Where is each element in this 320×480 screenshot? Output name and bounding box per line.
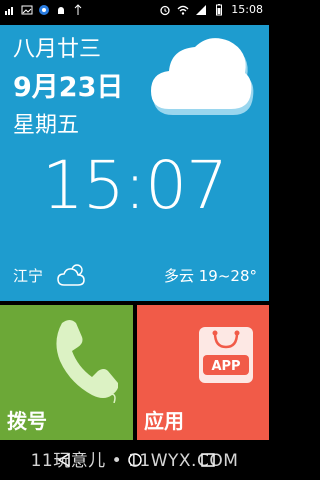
weather-forecast: 多云 19~28° — [163, 267, 257, 285]
phone-handset-icon — [56, 320, 118, 403]
status-left-icons — [4, 4, 84, 16]
dial-label: 拨号 — [7, 409, 47, 433]
partly-cloudy-icon — [57, 264, 85, 286]
lunar-date: 八月廿三 — [13, 37, 102, 62]
weekday: 星期五 — [13, 113, 80, 138]
watermark-text: 11玩意儿 • 11WYX.COM — [30, 451, 239, 471]
image-notification-icon — [21, 5, 33, 15]
wifi-icon — [177, 5, 189, 15]
digital-clock: 15:07 — [41, 147, 228, 224]
status-time: 15:08 — [231, 3, 263, 16]
battery-icon — [216, 4, 223, 16]
alarm-icon — [160, 5, 170, 16]
browser-notification-icon — [39, 5, 49, 15]
cell-signal-icon — [196, 5, 207, 15]
weather-clock-widget[interactable]: 八月廿三 9月23日 星期五 15:07 江宁 多云 19~28° — [0, 25, 269, 301]
usb-debug-icon — [74, 4, 82, 15]
calendar-date: 9月23日 — [13, 72, 124, 103]
city-name: 江宁 — [13, 267, 44, 285]
app-badge-text: APP — [211, 359, 240, 374]
app-store-bag-icon: APP — [199, 327, 253, 383]
dial-tile[interactable]: 拨号 — [0, 305, 133, 440]
cloud-weather-icon — [151, 38, 254, 115]
android-notification-icon — [58, 7, 64, 14]
signal-strength-icon — [5, 7, 13, 15]
apps-tile[interactable]: APP 应用 — [137, 305, 269, 440]
status-right-icons: 15:08 — [159, 3, 263, 17]
apps-label: 应用 — [144, 409, 184, 433]
status-bar: 15:08 — [0, 0, 269, 22]
